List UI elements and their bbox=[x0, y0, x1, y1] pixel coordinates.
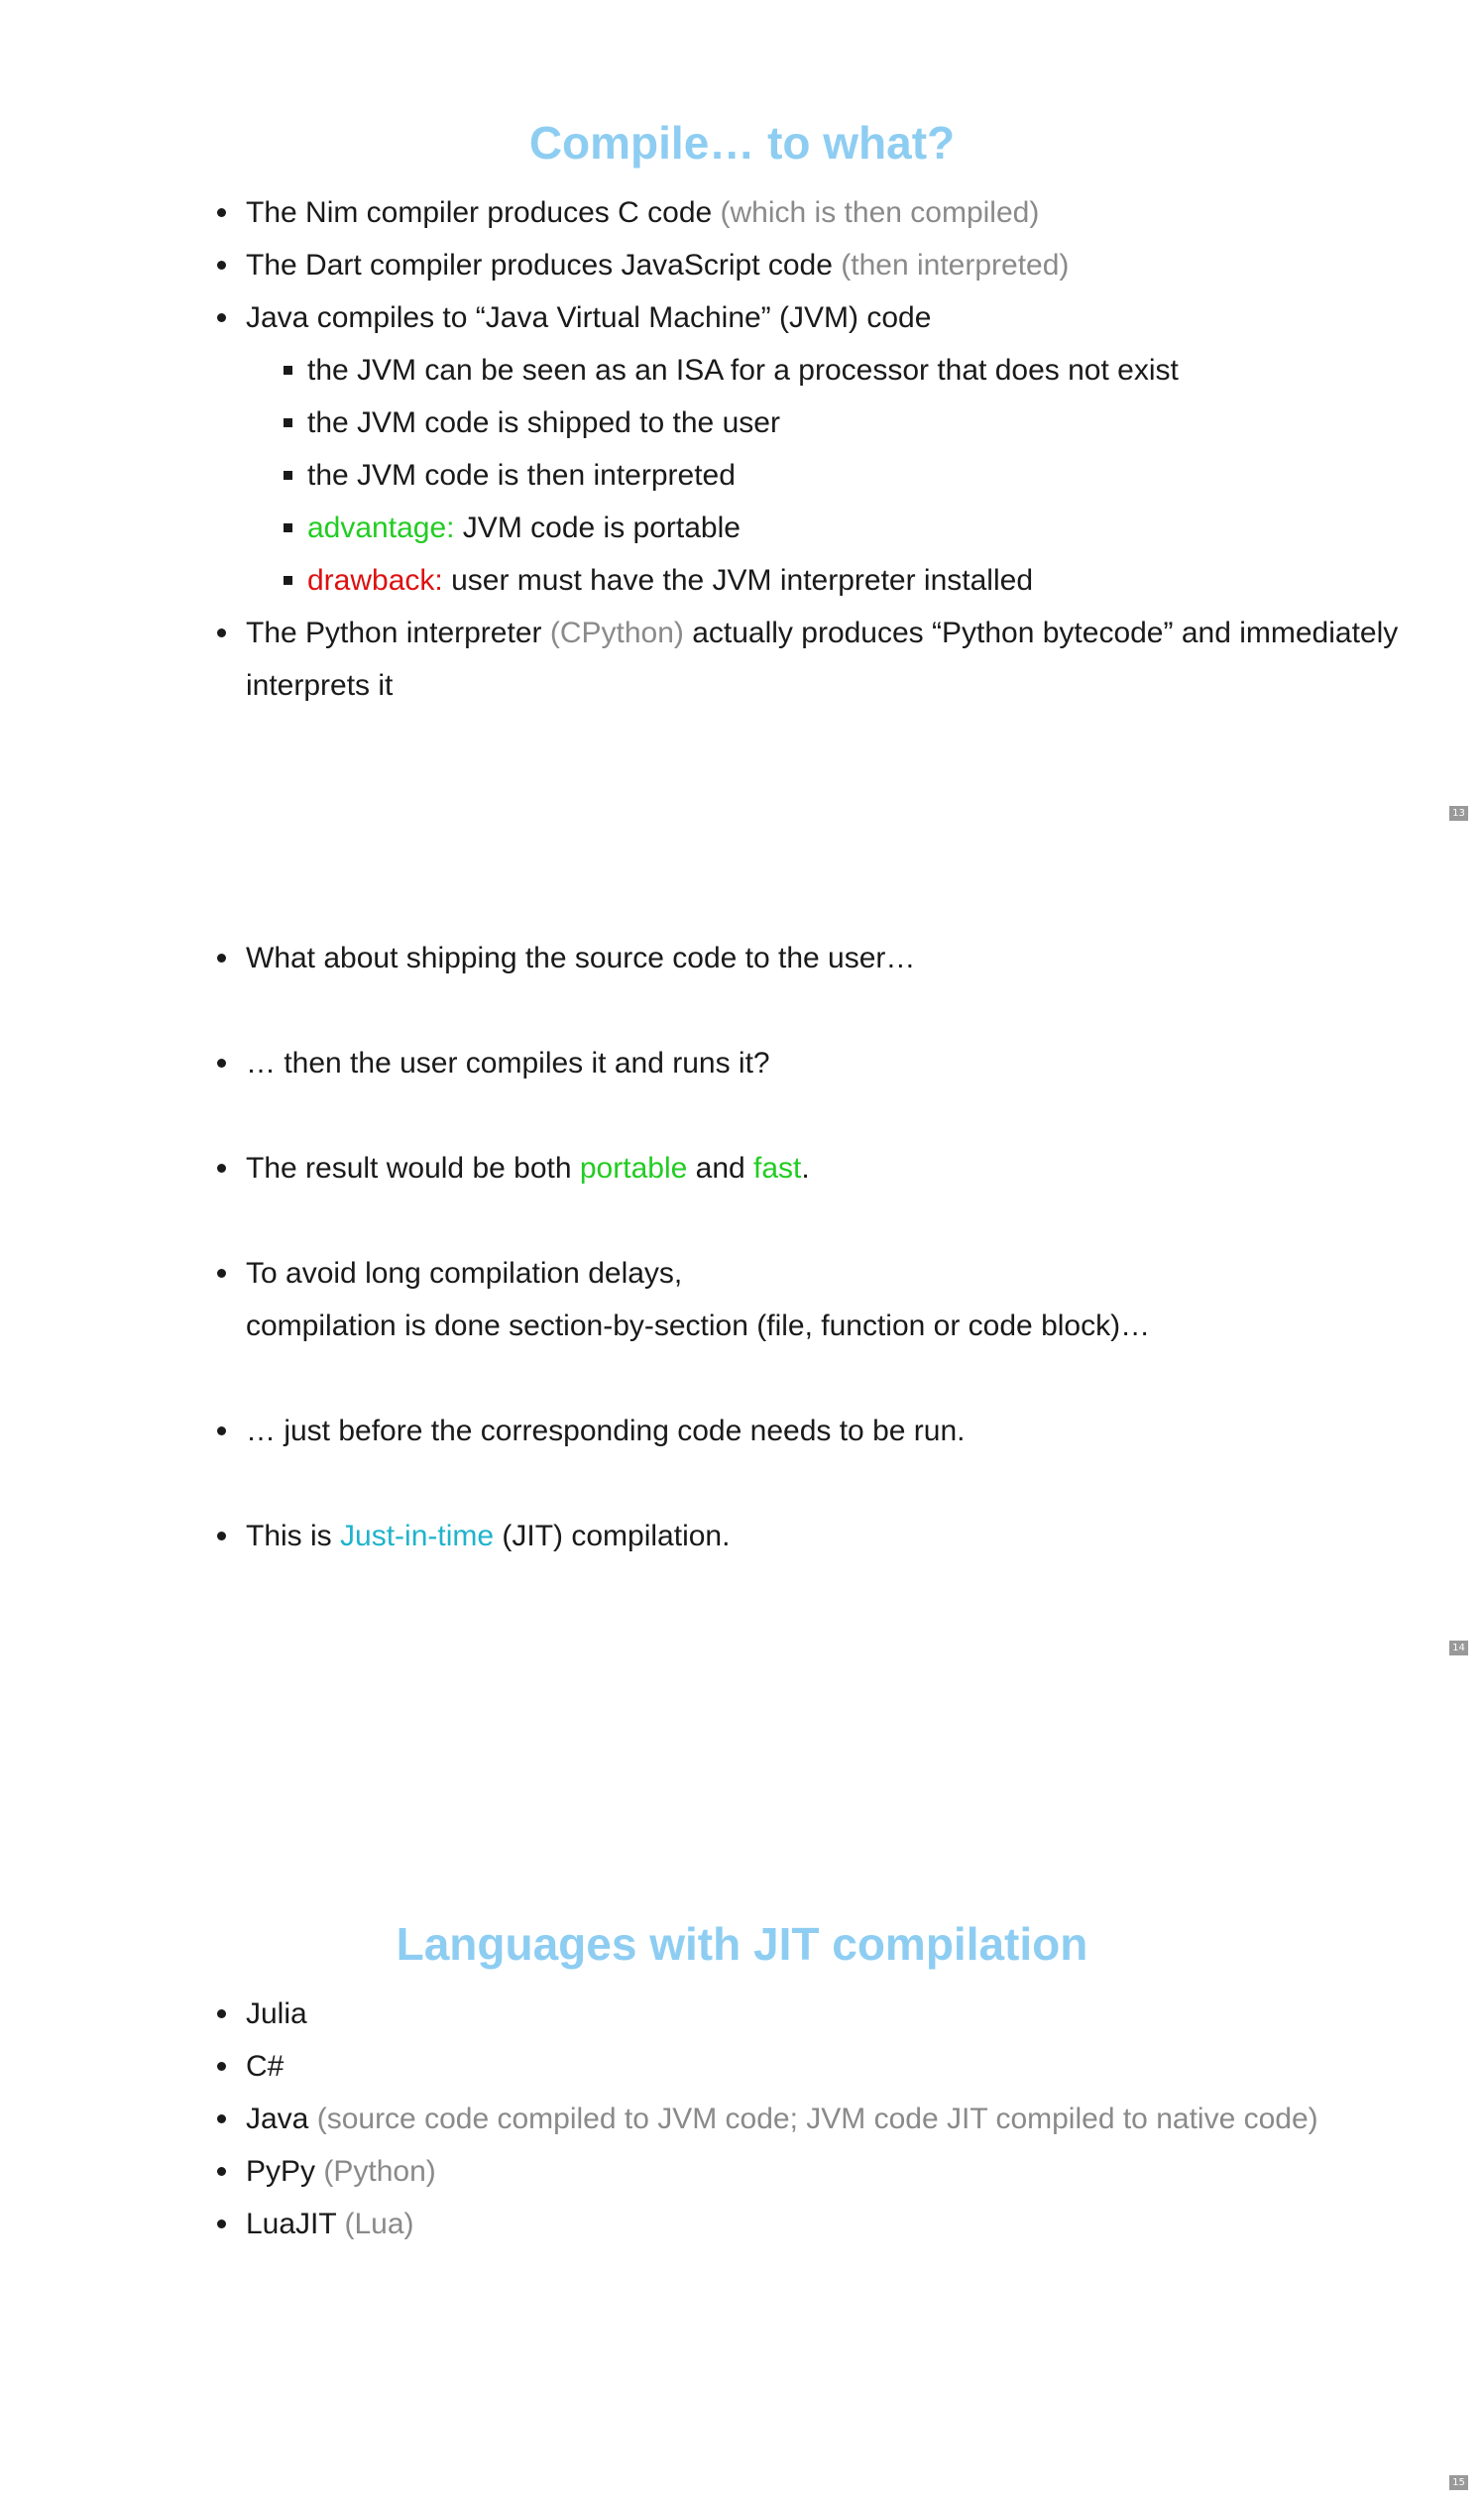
advantage-label: advantage: bbox=[307, 512, 455, 544]
sub-list-item: advantage: JVM code is portable bbox=[284, 502, 1406, 554]
note-text: (CPython) bbox=[549, 617, 684, 649]
drawback-label: drawback: bbox=[307, 564, 443, 597]
bullet-list: The Nim compiler produces C code (which … bbox=[216, 186, 1406, 712]
note-text: (source code compiled to JVM code; JVM c… bbox=[308, 2103, 1318, 2135]
list-item: C# bbox=[216, 2040, 1406, 2093]
list-item: This is Just-in-time (JIT) compilation. bbox=[216, 1510, 1406, 1562]
list-item: The result would be both portable and fa… bbox=[216, 1142, 1406, 1195]
list-item: Julia bbox=[216, 1988, 1406, 2040]
note-text: (Lua) bbox=[336, 2208, 414, 2240]
bullet-list: What about shipping the source code to t… bbox=[216, 932, 1406, 1562]
jit-link[interactable]: Just-in-time bbox=[340, 1520, 494, 1552]
sub-list-item: the JVM code is shipped to the user bbox=[284, 397, 1406, 449]
list-item: Java compiles to “Java Virtual Machine” … bbox=[216, 291, 1406, 607]
portable-highlight: portable bbox=[579, 1152, 688, 1185]
page-number-badge: 14 bbox=[1449, 1641, 1468, 1655]
list-item: The Nim compiler produces C code (which … bbox=[216, 186, 1406, 239]
note-text: (then interpreted) bbox=[841, 249, 1070, 282]
sub-list-item: drawback: user must have the JVM interpr… bbox=[284, 554, 1406, 607]
list-item: What about shipping the source code to t… bbox=[216, 932, 1406, 984]
list-item: Java (source code compiled to JVM code; … bbox=[216, 2093, 1406, 2145]
list-item: The Python interpreter (CPython) actuall… bbox=[216, 607, 1406, 712]
sub-list-item: the JVM can be seen as an ISA for a proc… bbox=[284, 344, 1406, 397]
list-item: … just before the corresponding code nee… bbox=[216, 1405, 1406, 1457]
sub-list-item: the JVM code is then interpreted bbox=[284, 449, 1406, 502]
list-item: To avoid long compilation delays, compila… bbox=[216, 1247, 1406, 1352]
slide-title: Compile… to what? bbox=[528, 117, 956, 169]
list-item: … then the user compiles it and runs it? bbox=[216, 1037, 1406, 1089]
note-text: (Python) bbox=[315, 2155, 436, 2188]
fast-highlight: fast bbox=[753, 1152, 802, 1185]
page-number-badge: 13 bbox=[1449, 806, 1468, 821]
slide-title: Languages with JIT compilation bbox=[396, 1918, 1088, 1970]
note-text: (which is then compiled) bbox=[720, 196, 1040, 229]
page-number-badge: 15 bbox=[1449, 2475, 1468, 2490]
bullet-list: Julia C# Java (source code compiled to J… bbox=[216, 1988, 1406, 2250]
list-item: The Dart compiler produces JavaScript co… bbox=[216, 239, 1406, 291]
list-item: PyPy (Python) bbox=[216, 2145, 1406, 2198]
list-item: LuaJIT (Lua) bbox=[216, 2198, 1406, 2250]
sub-list: the JVM can be seen as an ISA for a proc… bbox=[246, 344, 1406, 607]
